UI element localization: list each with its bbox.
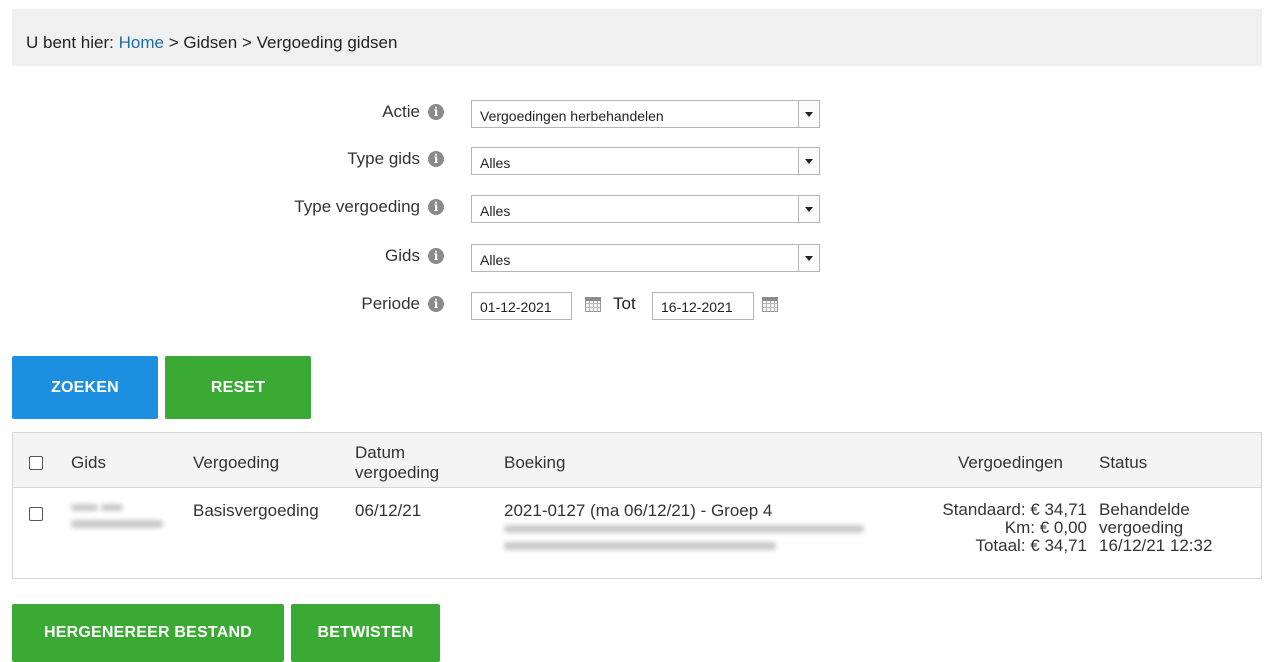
periode-from-input[interactable]: 01-12-2021 bbox=[471, 292, 572, 320]
info-icon[interactable]: i bbox=[428, 248, 444, 264]
periode-label: Periode i bbox=[361, 294, 444, 314]
row-checkbox[interactable] bbox=[29, 507, 43, 521]
zoeken-button[interactable]: ZOEKEN bbox=[12, 356, 158, 419]
type-gids-label-text: Type gids bbox=[347, 149, 420, 168]
filter-row-type-vergoeding: Type vergoeding i Alles bbox=[0, 195, 1266, 225]
type-gids-label: Type gids i bbox=[347, 149, 444, 169]
breadcrumb-gidsen: Gidsen bbox=[183, 33, 238, 52]
gids-select[interactable]: Alles bbox=[471, 244, 820, 272]
breadcrumb-prefix: U bent hier: bbox=[26, 33, 119, 52]
row-boeking: 2021-0127 (ma 06/12/21) - Groep 4 bbox=[504, 501, 773, 520]
redacted-text bbox=[71, 504, 98, 511]
breadcrumb: U bent hier: Home > Gidsen > Vergoeding … bbox=[12, 9, 1262, 66]
gids-label-text: Gids bbox=[385, 246, 420, 265]
periode-to-input[interactable]: 16-12-2021 bbox=[652, 292, 754, 320]
reset-button[interactable]: RESET bbox=[165, 356, 311, 419]
info-icon[interactable]: i bbox=[428, 199, 444, 215]
redacted-text bbox=[101, 504, 123, 511]
actie-label-text: Actie bbox=[382, 102, 420, 121]
redacted-text bbox=[504, 525, 864, 533]
tot-label: Tot bbox=[613, 294, 636, 313]
periode-label-text: Periode bbox=[361, 294, 420, 313]
filter-row-gids: Gids i Alles bbox=[0, 244, 1266, 274]
calendar-icon[interactable] bbox=[585, 297, 601, 312]
actie-label: Actie i bbox=[382, 102, 444, 122]
row-status: Behandelde vergoeding 16/12/21 12:32 bbox=[1099, 501, 1212, 555]
info-icon[interactable]: i bbox=[428, 104, 444, 120]
chevron-down-icon[interactable] bbox=[798, 101, 819, 127]
breadcrumb-current: Vergoeding gidsen bbox=[256, 33, 398, 52]
breadcrumb-separator: > bbox=[163, 33, 184, 52]
info-icon[interactable]: i bbox=[428, 296, 444, 312]
select-all-checkbox[interactable] bbox=[29, 456, 43, 470]
results-table: Gids Vergoeding Datum vergoeding Boeking… bbox=[12, 432, 1262, 579]
filter-row-actie: Actie i Vergoedingen herbehandelen bbox=[0, 100, 1266, 130]
gids-select-value: Alles bbox=[480, 252, 511, 268]
breadcrumb-home-link[interactable]: Home bbox=[119, 33, 164, 52]
header-datum-line1: Datum bbox=[355, 443, 406, 462]
type-vergoeding-select-value: Alles bbox=[480, 203, 511, 219]
header-vergoedingen[interactable]: Vergoedingen bbox=[958, 453, 1063, 473]
row-status-line1: Behandelde bbox=[1099, 500, 1190, 519]
row-datum: 06/12/21 bbox=[355, 501, 422, 520]
row-standaard: Standaard: € 34,71 bbox=[942, 500, 1087, 519]
header-status[interactable]: Status bbox=[1099, 453, 1147, 473]
row-vergoedingen: Standaard: € 34,71 Km: € 0,00 Totaal: € … bbox=[893, 501, 1087, 555]
chevron-down-icon[interactable] bbox=[798, 148, 819, 174]
row-status-line2: vergoeding bbox=[1099, 518, 1184, 537]
header-boeking[interactable]: Boeking bbox=[504, 453, 565, 473]
table-row: Basisvergoeding 06/12/21 2021-0127 (ma 0… bbox=[13, 487, 1261, 579]
gids-label: Gids i bbox=[385, 246, 444, 266]
chevron-down-icon[interactable] bbox=[798, 196, 819, 222]
actie-select-value: Vergoedingen herbehandelen bbox=[480, 108, 664, 124]
type-gids-select[interactable]: Alles bbox=[471, 147, 820, 175]
header-vergoeding[interactable]: Vergoeding bbox=[193, 453, 279, 473]
row-vergoeding: Basisvergoeding bbox=[193, 501, 319, 520]
table-header: Gids Vergoeding Datum vergoeding Boeking… bbox=[13, 433, 1261, 488]
calendar-icon[interactable] bbox=[762, 297, 778, 312]
info-icon[interactable]: i bbox=[428, 151, 444, 167]
hergenereer-bestand-button[interactable]: HERGENEREER BESTAND bbox=[12, 604, 284, 662]
redacted-text bbox=[71, 520, 163, 528]
header-datum-vergoeding[interactable]: Datum vergoeding bbox=[355, 443, 439, 483]
type-vergoeding-label-text: Type vergoeding bbox=[294, 197, 420, 216]
type-gids-select-value: Alles bbox=[480, 155, 511, 171]
header-datum-line2: vergoeding bbox=[355, 463, 440, 482]
row-km: Km: € 0,00 bbox=[1004, 518, 1087, 537]
filter-row-type-gids: Type gids i Alles bbox=[0, 147, 1266, 177]
row-status-line3: 16/12/21 12:32 bbox=[1099, 536, 1213, 555]
type-vergoeding-label: Type vergoeding i bbox=[294, 197, 444, 217]
row-totaal: Totaal: € 34,71 bbox=[975, 536, 1087, 555]
chevron-down-icon[interactable] bbox=[798, 245, 819, 271]
redacted-text bbox=[504, 542, 776, 550]
breadcrumb-separator: > bbox=[237, 33, 257, 52]
actie-select[interactable]: Vergoedingen herbehandelen bbox=[471, 100, 820, 128]
header-gids[interactable]: Gids bbox=[71, 453, 106, 473]
type-vergoeding-select[interactable]: Alles bbox=[471, 195, 820, 223]
betwisten-button[interactable]: BETWISTEN bbox=[291, 604, 440, 662]
filter-row-periode: Periode i 01-12-2021 Tot 16-12-2021 bbox=[0, 292, 1266, 322]
